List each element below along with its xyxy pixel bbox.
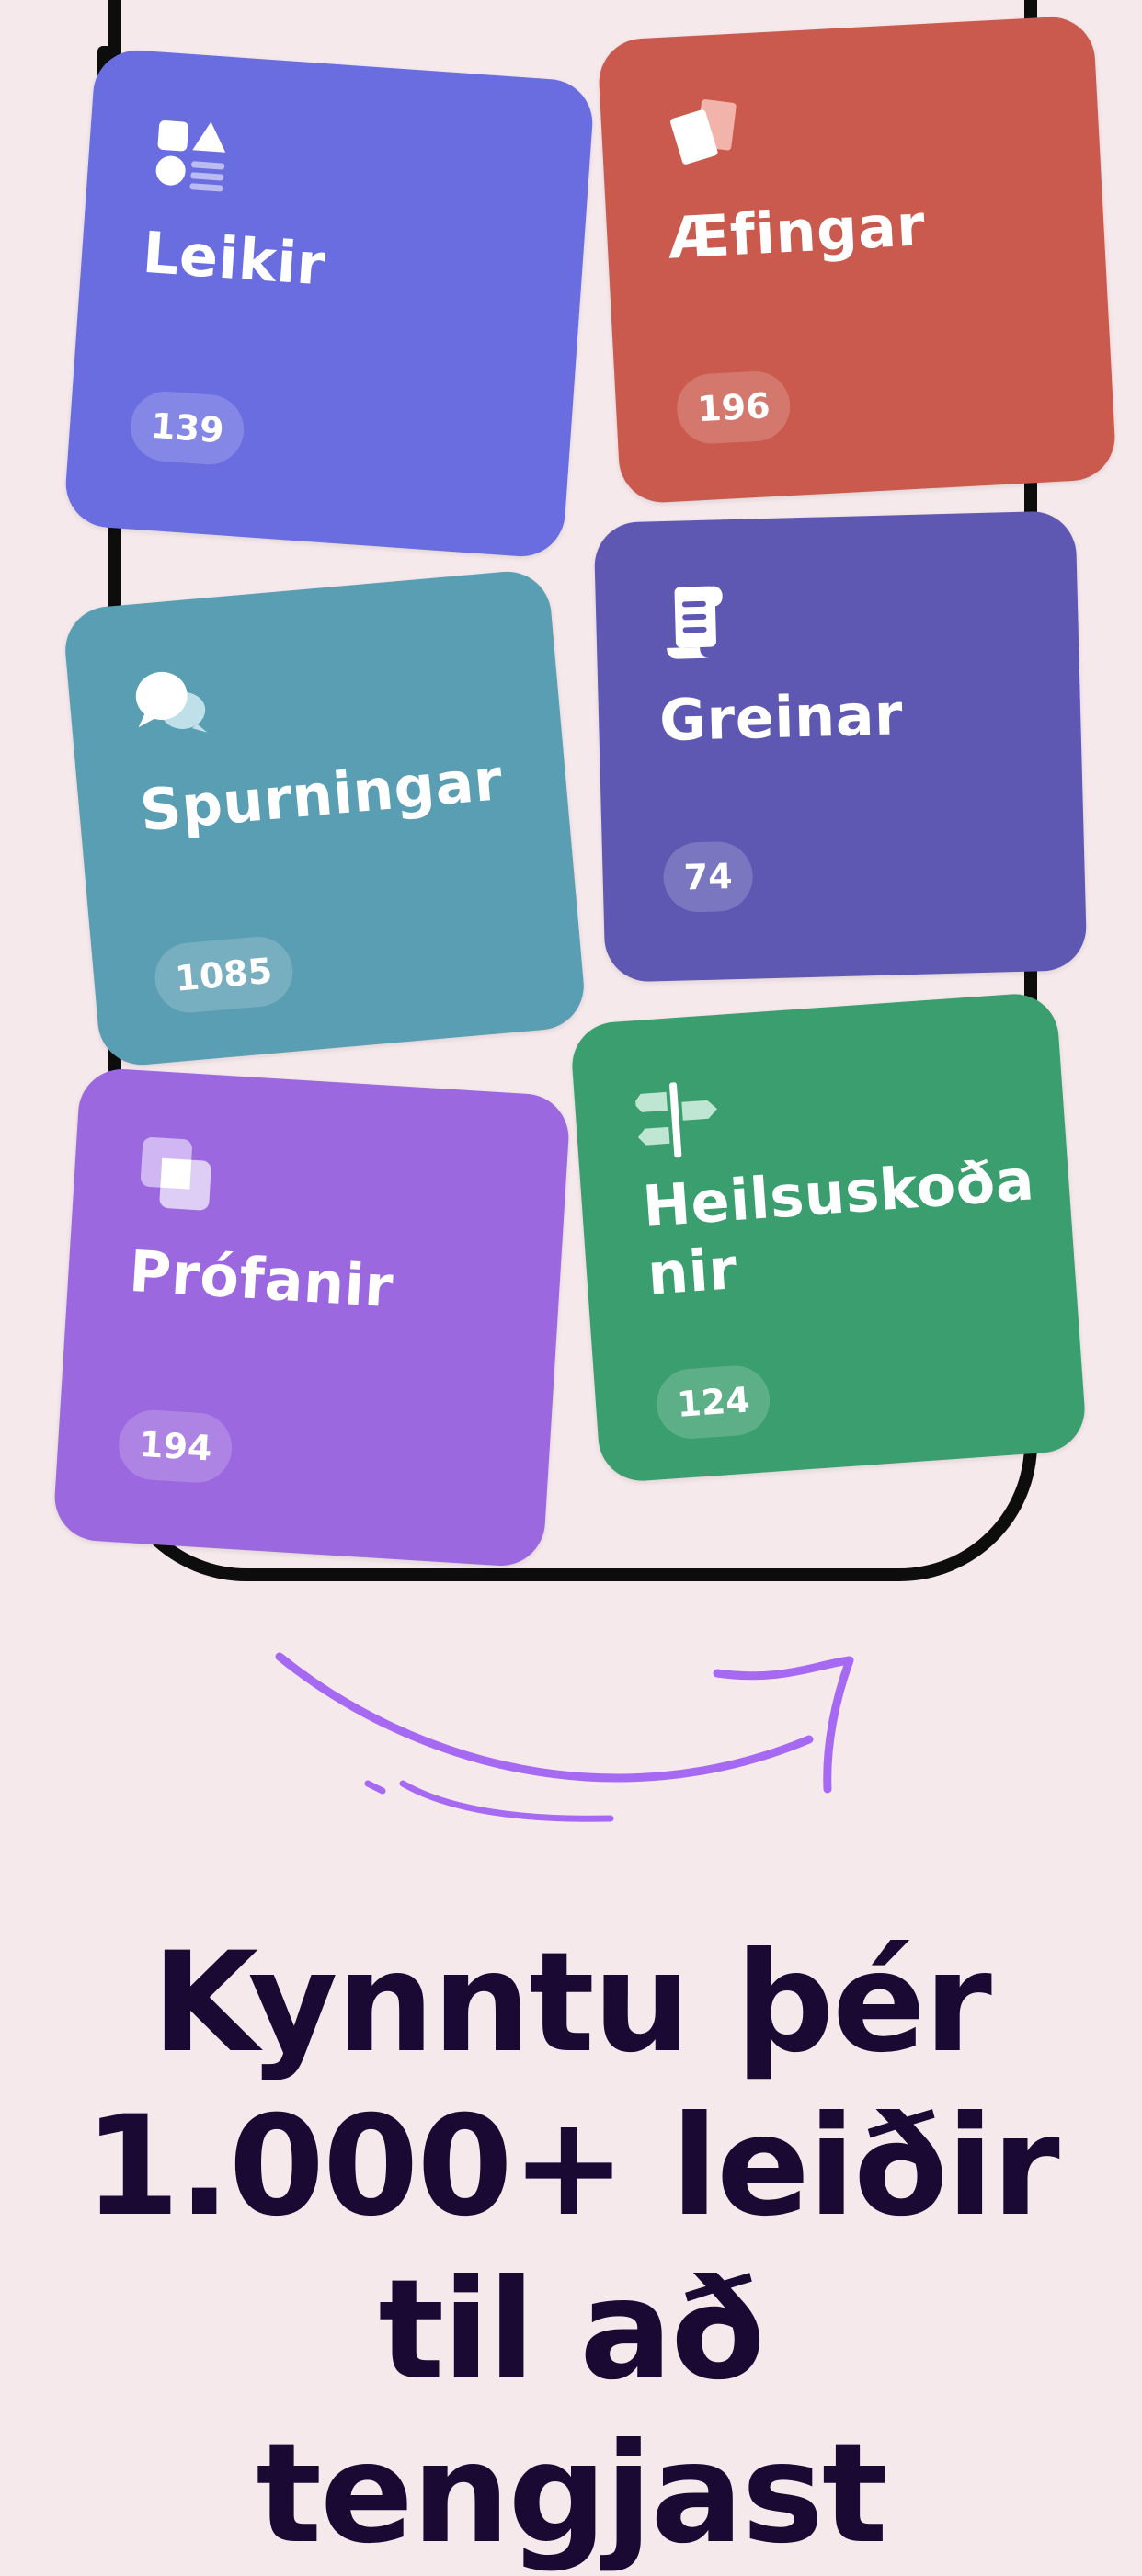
chat-bubbles-icon [135, 671, 208, 733]
card-title: Spurningar [137, 746, 506, 845]
category-card-leikir[interactable]: Leikir 139 [63, 47, 596, 560]
card-count-badge: 74 [662, 840, 754, 914]
card-title: Prófanir [127, 1237, 395, 1321]
card-title: Heilsuskoða nir [640, 1146, 1037, 1308]
card-count-badge: 196 [675, 370, 793, 446]
card-count-badge: 1085 [152, 933, 296, 1016]
category-card-spurningar[interactable]: Spurningar 1085 [62, 567, 588, 1069]
card-count-badge: 124 [654, 1362, 773, 1442]
category-card-aefingar[interactable]: Æfingar 196 [597, 15, 1117, 505]
category-card-heilsuskodanir[interactable]: Heilsuskoða nir 124 [569, 991, 1088, 1484]
shapes-icon [155, 120, 226, 192]
card-count-badge: 194 [116, 1408, 234, 1485]
card-count-badge: 139 [128, 389, 246, 467]
card-title: Leikir [140, 218, 328, 299]
headline: Kynntu þér 1.000+ leiðir til að tengjast [84, 1923, 1059, 2574]
layers-icon [140, 1137, 211, 1211]
card-title: Greinar [658, 680, 904, 755]
signpost-icon [634, 1082, 717, 1158]
curved-arrow [275, 1652, 854, 1822]
scroll-icon [667, 586, 723, 659]
category-card-profanir[interactable]: Prófanir 194 [51, 1066, 572, 1568]
category-card-greinar[interactable]: Greinar 74 [593, 510, 1088, 983]
card-title: Æfingar [666, 191, 927, 272]
cards-icon [670, 99, 737, 165]
